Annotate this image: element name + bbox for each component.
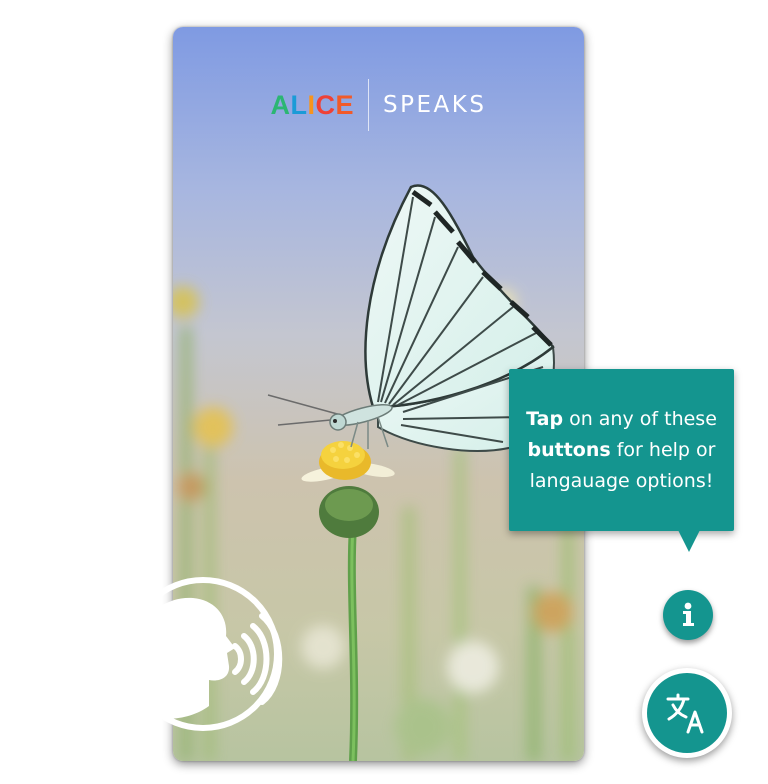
logo-letter: L: [290, 89, 308, 120]
translate-button-inner: [647, 673, 727, 753]
translate-button[interactable]: [642, 668, 732, 758]
info-icon: [683, 602, 694, 626]
logo-letter: A: [270, 89, 291, 120]
help-tooltip: Tap on any of these buttons for help or …: [509, 369, 734, 531]
logo-letter: I: [307, 89, 316, 120]
logo-letter: E: [335, 89, 355, 120]
tooltip-arrow: [678, 530, 700, 552]
logo-speaks: SPEAKS: [383, 92, 487, 118]
app-logo: A L I C E SPEAKS: [173, 79, 584, 131]
tooltip-text: Tap on any of these buttons for help or …: [522, 404, 722, 497]
speak-button[interactable]: [123, 574, 283, 734]
speaking-head-icon: [126, 577, 283, 731]
logo-alice: A L I C E: [271, 90, 355, 121]
tooltip-bold-tap: Tap: [526, 407, 564, 430]
translate-icon: [666, 693, 704, 734]
logo-letter: C: [315, 89, 336, 120]
tooltip-text-part: on any of these: [563, 407, 717, 430]
logo-divider: [368, 79, 370, 131]
info-button[interactable]: [663, 590, 713, 640]
tooltip-bold-buttons: buttons: [527, 438, 611, 461]
